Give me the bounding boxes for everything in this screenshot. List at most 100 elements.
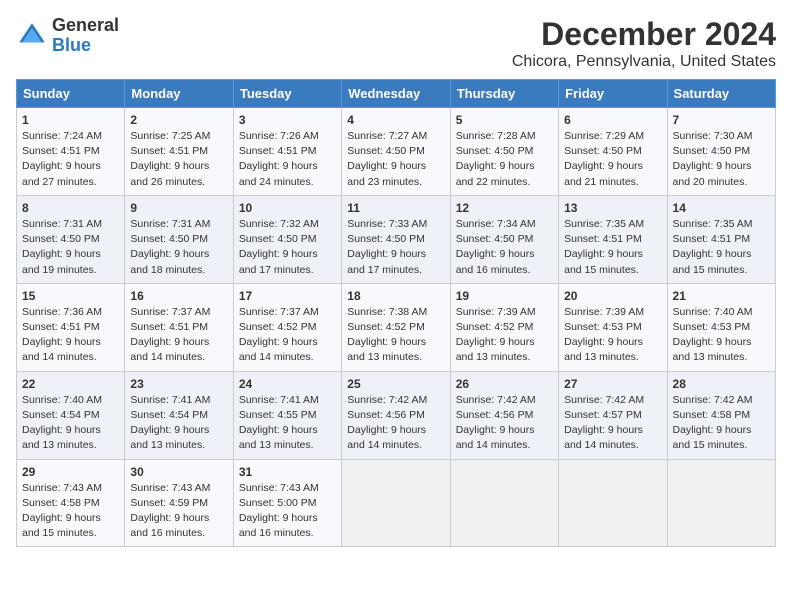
day-number: 2 [130, 113, 227, 127]
daylight-text: Daylight: 9 hours and 24 minutes. [239, 160, 318, 187]
calendar-cell: 16 Sunrise: 7:37 AM Sunset: 4:51 PM Dayl… [125, 283, 233, 371]
sunrise-text: Sunrise: 7:39 AM [456, 306, 536, 318]
sunset-text: Sunset: 4:52 PM [239, 321, 317, 333]
day-number: 20 [564, 289, 661, 303]
sunset-text: Sunset: 4:56 PM [347, 409, 425, 421]
day-info: Sunrise: 7:38 AM Sunset: 4:52 PM Dayligh… [347, 305, 444, 366]
calendar-cell: 17 Sunrise: 7:37 AM Sunset: 4:52 PM Dayl… [233, 283, 341, 371]
day-number: 11 [347, 201, 444, 215]
sunset-text: Sunset: 4:50 PM [347, 233, 425, 245]
day-number: 9 [130, 201, 227, 215]
day-info: Sunrise: 7:43 AM Sunset: 4:59 PM Dayligh… [130, 481, 227, 542]
day-info: Sunrise: 7:31 AM Sunset: 4:50 PM Dayligh… [22, 217, 119, 278]
daylight-text: Daylight: 9 hours and 14 minutes. [22, 336, 101, 363]
sunset-text: Sunset: 4:52 PM [456, 321, 534, 333]
day-number: 1 [22, 113, 119, 127]
logo-icon [16, 20, 48, 52]
sunset-text: Sunset: 4:50 PM [456, 233, 534, 245]
day-number: 8 [22, 201, 119, 215]
sunrise-text: Sunrise: 7:30 AM [673, 130, 753, 142]
day-info: Sunrise: 7:26 AM Sunset: 4:51 PM Dayligh… [239, 129, 336, 190]
day-number: 6 [564, 113, 661, 127]
daylight-text: Daylight: 9 hours and 27 minutes. [22, 160, 101, 187]
daylight-text: Daylight: 9 hours and 13 minutes. [130, 424, 209, 451]
daylight-text: Daylight: 9 hours and 14 minutes. [347, 424, 426, 451]
sunrise-text: Sunrise: 7:39 AM [564, 306, 644, 318]
day-number: 7 [673, 113, 770, 127]
sunrise-text: Sunrise: 7:40 AM [22, 394, 102, 406]
sunset-text: Sunset: 4:58 PM [673, 409, 751, 421]
sunset-text: Sunset: 4:50 PM [130, 233, 208, 245]
calendar-cell: 5 Sunrise: 7:28 AM Sunset: 4:50 PM Dayli… [450, 108, 558, 196]
day-info: Sunrise: 7:30 AM Sunset: 4:50 PM Dayligh… [673, 129, 770, 190]
day-info: Sunrise: 7:32 AM Sunset: 4:50 PM Dayligh… [239, 217, 336, 278]
sunrise-text: Sunrise: 7:31 AM [130, 218, 210, 230]
day-number: 5 [456, 113, 553, 127]
calendar-cell [342, 459, 450, 547]
column-header-monday: Monday [125, 80, 233, 108]
day-info: Sunrise: 7:35 AM Sunset: 4:51 PM Dayligh… [564, 217, 661, 278]
title-block: December 2024 Chicora, Pennsylvania, Uni… [512, 16, 776, 71]
calendar-cell: 20 Sunrise: 7:39 AM Sunset: 4:53 PM Dayl… [559, 283, 667, 371]
calendar-cell: 31 Sunrise: 7:43 AM Sunset: 5:00 PM Dayl… [233, 459, 341, 547]
day-info: Sunrise: 7:25 AM Sunset: 4:51 PM Dayligh… [130, 129, 227, 190]
sunrise-text: Sunrise: 7:43 AM [22, 482, 102, 494]
daylight-text: Daylight: 9 hours and 18 minutes. [130, 248, 209, 275]
day-info: Sunrise: 7:42 AM Sunset: 4:56 PM Dayligh… [456, 393, 553, 454]
page-subtitle: Chicora, Pennsylvania, United States [512, 53, 776, 71]
calendar-cell: 13 Sunrise: 7:35 AM Sunset: 4:51 PM Dayl… [559, 195, 667, 283]
daylight-text: Daylight: 9 hours and 15 minutes. [22, 512, 101, 539]
day-info: Sunrise: 7:24 AM Sunset: 4:51 PM Dayligh… [22, 129, 119, 190]
sunrise-text: Sunrise: 7:42 AM [456, 394, 536, 406]
sunset-text: Sunset: 4:50 PM [564, 145, 642, 157]
sunrise-text: Sunrise: 7:43 AM [130, 482, 210, 494]
day-number: 18 [347, 289, 444, 303]
logo-text: General Blue [52, 16, 119, 56]
day-number: 23 [130, 377, 227, 391]
calendar-week-row: 22 Sunrise: 7:40 AM Sunset: 4:54 PM Dayl… [17, 371, 776, 459]
calendar-cell: 9 Sunrise: 7:31 AM Sunset: 4:50 PM Dayli… [125, 195, 233, 283]
daylight-text: Daylight: 9 hours and 20 minutes. [673, 160, 752, 187]
day-number: 19 [456, 289, 553, 303]
sunrise-text: Sunrise: 7:35 AM [564, 218, 644, 230]
calendar-cell: 6 Sunrise: 7:29 AM Sunset: 4:50 PM Dayli… [559, 108, 667, 196]
day-number: 16 [130, 289, 227, 303]
day-number: 13 [564, 201, 661, 215]
sunrise-text: Sunrise: 7:27 AM [347, 130, 427, 142]
daylight-text: Daylight: 9 hours and 15 minutes. [673, 424, 752, 451]
calendar-cell: 27 Sunrise: 7:42 AM Sunset: 4:57 PM Dayl… [559, 371, 667, 459]
calendar-cell: 25 Sunrise: 7:42 AM Sunset: 4:56 PM Dayl… [342, 371, 450, 459]
daylight-text: Daylight: 9 hours and 13 minutes. [347, 336, 426, 363]
calendar-cell: 2 Sunrise: 7:25 AM Sunset: 4:51 PM Dayli… [125, 108, 233, 196]
daylight-text: Daylight: 9 hours and 16 minutes. [239, 512, 318, 539]
sunset-text: Sunset: 4:50 PM [456, 145, 534, 157]
calendar-cell [667, 459, 775, 547]
day-info: Sunrise: 7:37 AM Sunset: 4:52 PM Dayligh… [239, 305, 336, 366]
calendar-cell: 8 Sunrise: 7:31 AM Sunset: 4:50 PM Dayli… [17, 195, 125, 283]
day-info: Sunrise: 7:37 AM Sunset: 4:51 PM Dayligh… [130, 305, 227, 366]
daylight-text: Daylight: 9 hours and 14 minutes. [564, 424, 643, 451]
sunrise-text: Sunrise: 7:26 AM [239, 130, 319, 142]
sunrise-text: Sunrise: 7:41 AM [130, 394, 210, 406]
daylight-text: Daylight: 9 hours and 13 minutes. [239, 424, 318, 451]
day-info: Sunrise: 7:28 AM Sunset: 4:50 PM Dayligh… [456, 129, 553, 190]
sunset-text: Sunset: 4:51 PM [564, 233, 642, 245]
sunset-text: Sunset: 4:56 PM [456, 409, 534, 421]
day-number: 26 [456, 377, 553, 391]
sunset-text: Sunset: 5:00 PM [239, 497, 317, 509]
daylight-text: Daylight: 9 hours and 14 minutes. [130, 336, 209, 363]
sunset-text: Sunset: 4:54 PM [22, 409, 100, 421]
daylight-text: Daylight: 9 hours and 13 minutes. [564, 336, 643, 363]
page-title: December 2024 [512, 16, 776, 53]
calendar-week-row: 15 Sunrise: 7:36 AM Sunset: 4:51 PM Dayl… [17, 283, 776, 371]
day-info: Sunrise: 7:31 AM Sunset: 4:50 PM Dayligh… [130, 217, 227, 278]
calendar-week-row: 1 Sunrise: 7:24 AM Sunset: 4:51 PM Dayli… [17, 108, 776, 196]
day-number: 25 [347, 377, 444, 391]
daylight-text: Daylight: 9 hours and 17 minutes. [347, 248, 426, 275]
column-header-wednesday: Wednesday [342, 80, 450, 108]
sunrise-text: Sunrise: 7:25 AM [130, 130, 210, 142]
calendar-table: SundayMondayTuesdayWednesdayThursdayFrid… [16, 79, 776, 547]
sunset-text: Sunset: 4:50 PM [673, 145, 751, 157]
sunset-text: Sunset: 4:55 PM [239, 409, 317, 421]
column-header-saturday: Saturday [667, 80, 775, 108]
